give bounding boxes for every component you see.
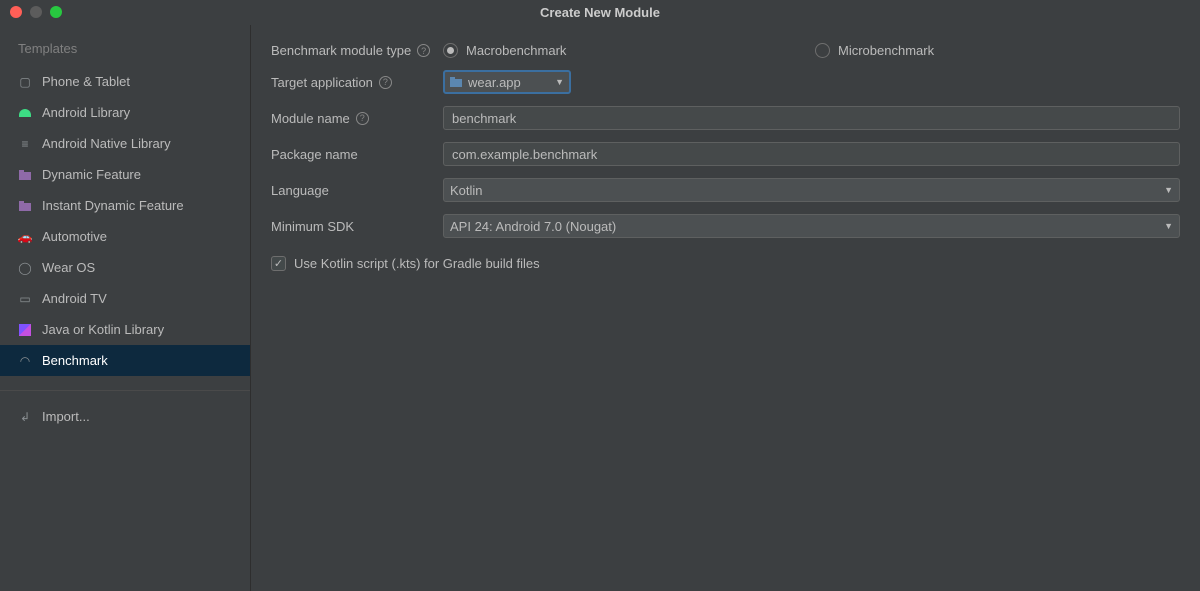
minimum-sdk-label: Minimum SDK [271, 219, 443, 234]
templates-sidebar: Templates ▢ Phone & Tablet Android Libra… [0, 25, 251, 591]
kts-checkbox-row[interactable]: ✓ Use Kotlin script (.kts) for Gradle bu… [271, 256, 1180, 271]
sidebar-item-label: Android Native Library [42, 136, 171, 151]
sidebar-item-android-library[interactable]: Android Library [0, 97, 250, 128]
close-window-button[interactable] [10, 6, 22, 18]
package-name-input[interactable] [443, 142, 1180, 166]
sidebar-item-dynamic-feature[interactable]: Dynamic Feature [0, 159, 250, 190]
target-application-label: Target application ? [271, 75, 443, 90]
watch-icon: ◯ [18, 261, 32, 275]
sidebar-item-phone-tablet[interactable]: ▢ Phone & Tablet [0, 66, 250, 97]
minimum-sdk-dropdown[interactable]: API 24: Android 7.0 (Nougat) ▼ [443, 214, 1180, 238]
sidebar-item-label: Wear OS [42, 260, 95, 275]
package-name-label: Package name [271, 147, 443, 162]
dropdown-value: API 24: Android 7.0 (Nougat) [450, 219, 616, 234]
sidebar-item-java-kotlin-library[interactable]: Java or Kotlin Library [0, 314, 250, 345]
checkbox-label: Use Kotlin script (.kts) for Gradle buil… [294, 256, 540, 271]
folder-icon [18, 168, 32, 182]
sidebar-item-instant-dynamic-feature[interactable]: Instant Dynamic Feature [0, 190, 250, 221]
language-dropdown[interactable]: Kotlin ▼ [443, 178, 1180, 202]
sidebar-item-android-tv[interactable]: ▭ Android TV [0, 283, 250, 314]
dropdown-value: wear.app [468, 75, 521, 90]
help-icon[interactable]: ? [356, 112, 369, 125]
sidebar-item-label: Java or Kotlin Library [42, 322, 164, 337]
benchmark-module-type-label: Benchmark module type ? [271, 43, 443, 58]
dropdown-value: Kotlin [450, 183, 483, 198]
import-icon: ↲ [18, 410, 32, 424]
sidebar-item-label: Instant Dynamic Feature [42, 198, 184, 213]
sidebar-item-benchmark[interactable]: ◠ Benchmark [0, 345, 250, 376]
radio-label: Macrobenchmark [466, 43, 566, 58]
sidebar-item-label: Benchmark [42, 353, 108, 368]
form-panel: Benchmark module type ? Macrobenchmark M… [251, 25, 1200, 591]
sidebar-item-automotive[interactable]: 🚗 Automotive [0, 221, 250, 252]
sidebar-separator [0, 390, 250, 391]
sidebar-item-wear-os[interactable]: ◯ Wear OS [0, 252, 250, 283]
help-icon[interactable]: ? [417, 44, 430, 57]
help-icon[interactable]: ? [379, 76, 392, 89]
minimize-window-button[interactable] [30, 6, 42, 18]
radio-unchecked-icon [815, 43, 830, 58]
kotlin-icon [18, 323, 32, 337]
language-label: Language [271, 183, 443, 198]
chevron-down-icon: ▼ [555, 77, 564, 87]
sidebar-item-import[interactable]: ↲ Import... [0, 401, 250, 432]
car-icon: 🚗 [18, 230, 32, 244]
sidebar-item-label: Android Library [42, 105, 130, 120]
chevron-down-icon: ▼ [1164, 221, 1173, 231]
target-application-dropdown[interactable]: wear.app ▼ [443, 70, 571, 94]
radio-checked-icon [443, 43, 458, 58]
gauge-icon: ◠ [18, 354, 32, 368]
android-icon [18, 106, 32, 120]
tv-icon: ▭ [18, 292, 32, 306]
radio-macrobenchmark[interactable]: Macrobenchmark [443, 43, 815, 58]
sidebar-item-label: Automotive [42, 229, 107, 244]
checkbox-checked-icon: ✓ [271, 256, 286, 271]
window-controls [10, 6, 62, 18]
chevron-down-icon: ▼ [1164, 185, 1173, 195]
sidebar-item-label: Phone & Tablet [42, 74, 130, 89]
sidebar-item-label: Dynamic Feature [42, 167, 141, 182]
radio-label: Microbenchmark [838, 43, 934, 58]
phone-tablet-icon: ▢ [18, 75, 32, 89]
stack-icon: ≡ [18, 137, 32, 151]
module-name-label: Module name ? [271, 111, 443, 126]
sidebar-header: Templates [0, 25, 250, 66]
maximize-window-button[interactable] [50, 6, 62, 18]
radio-microbenchmark[interactable]: Microbenchmark [815, 43, 934, 58]
module-name-input[interactable] [443, 106, 1180, 130]
window-title: Create New Module [0, 5, 1200, 20]
sidebar-item-android-native-library[interactable]: ≡ Android Native Library [0, 128, 250, 159]
sidebar-item-label: Android TV [42, 291, 107, 306]
module-folder-icon [450, 77, 462, 87]
sidebar-item-label: Import... [42, 409, 90, 424]
titlebar: Create New Module [0, 0, 1200, 25]
folder-icon [18, 199, 32, 213]
